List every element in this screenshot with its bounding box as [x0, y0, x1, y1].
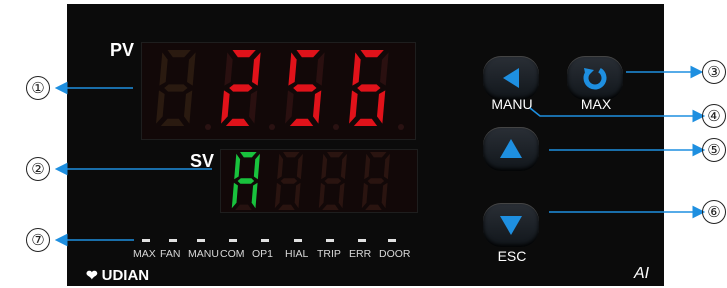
- callout-7: ⑦: [26, 228, 50, 252]
- callout-2: ②: [26, 157, 50, 181]
- callout-lines: [54, 65, 706, 247]
- callout-3: ③: [702, 60, 726, 84]
- callout-6: ⑥: [702, 200, 726, 224]
- callout-4: ④: [702, 104, 726, 128]
- callout-5: ⑤: [702, 138, 726, 162]
- callout-1: ①: [26, 76, 50, 100]
